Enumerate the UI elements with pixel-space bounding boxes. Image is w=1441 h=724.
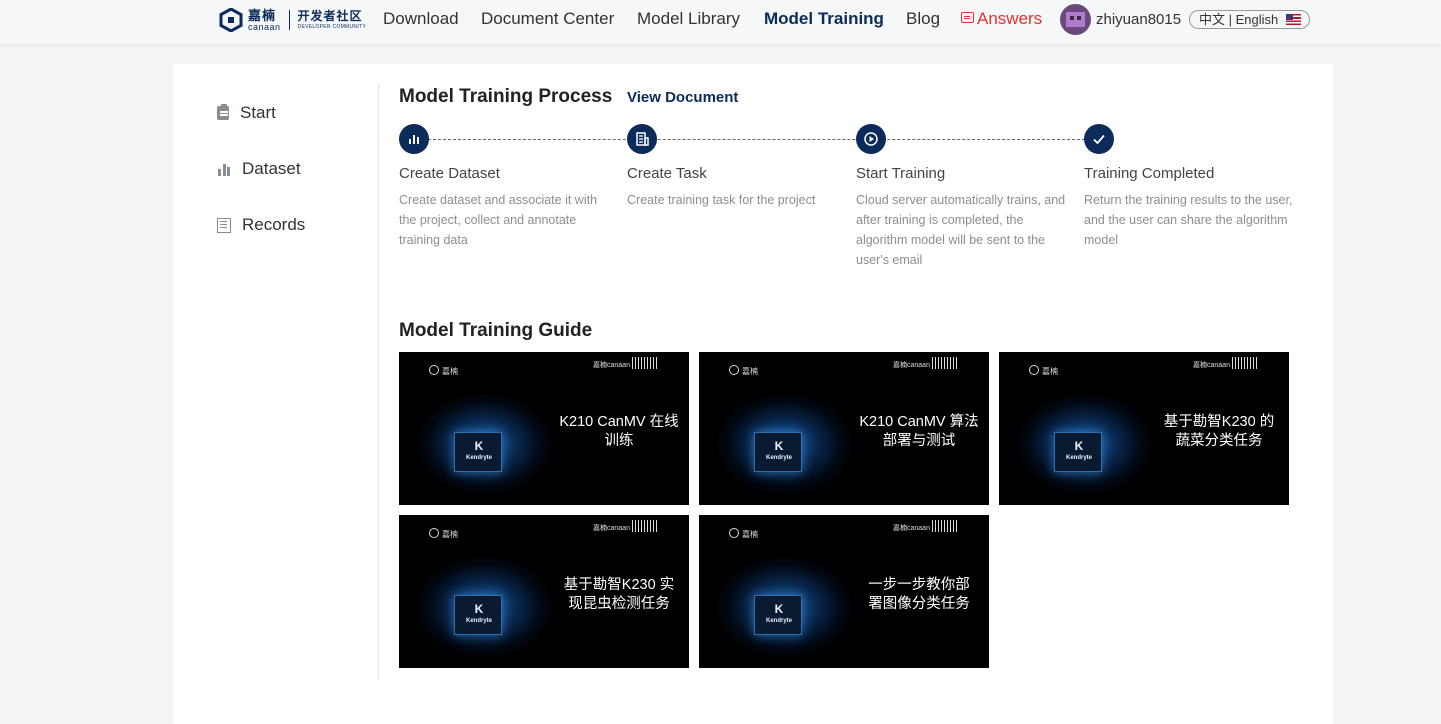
process-title: Model Training Process	[399, 86, 613, 107]
kendryte-chip: K Kendryte	[754, 432, 802, 472]
video-thumbnail[interactable]: 嘉楠 嘉楠canaan K Kendryte 基于勘智K230 实现昆虫检测任务	[399, 515, 689, 668]
canaan-brand-logo: 嘉楠canaan	[893, 520, 958, 533]
sidebar-item-label: Records	[242, 215, 306, 234]
sidebar-item-records[interactable]: Records	[217, 214, 305, 236]
sidebar-item-dataset[interactable]: Dataset	[217, 158, 301, 180]
step-title: Create Task	[627, 165, 707, 182]
document-icon	[217, 217, 231, 233]
sidebar-item-label: Start	[240, 103, 276, 122]
video-caption: K210 CanMV 算法部署与测试	[859, 414, 979, 449]
avatar[interactable]	[1060, 4, 1091, 35]
video-caption: 基于勘智K230 实现昆虫检测任务	[563, 577, 675, 612]
bar-chart-icon	[217, 162, 231, 177]
canaan-small-logo: 嘉楠	[429, 528, 458, 540]
message-icon	[961, 12, 974, 23]
nav-blog[interactable]: Blog	[906, 9, 940, 29]
canaan-small-logo: 嘉楠	[1029, 365, 1058, 377]
steps-connector-line	[428, 139, 1085, 140]
logo-divider	[288, 10, 290, 30]
step-title: Create Dataset	[399, 165, 500, 182]
video-thumbnail[interactable]: 嘉楠 嘉楠canaan K Kendryte K210 CanMV 算法部署与测试	[699, 352, 989, 505]
sidebar-item-label: Dataset	[242, 159, 301, 178]
video-caption: K210 CanMV 在线训练	[559, 414, 679, 449]
canaan-small-logo: 嘉楠	[429, 365, 458, 377]
step-start-training-icon	[856, 124, 886, 154]
video-caption: 一步一步教你部 署图像分类任务	[868, 577, 970, 612]
canaan-brand-logo: 嘉楠canaan	[593, 520, 658, 533]
nav-document-center[interactable]: Document Center	[481, 9, 614, 29]
language-label: 中文 | English	[1199, 12, 1279, 27]
step-create-task-icon	[627, 124, 657, 154]
step-description: Create training task for the project	[627, 193, 816, 207]
nav-download[interactable]: Download	[383, 9, 459, 29]
step-title: Start Training	[856, 165, 946, 182]
canaan-brand-logo: 嘉楠canaan	[593, 357, 658, 370]
logo-cn-text: 嘉楠	[248, 7, 277, 23]
nav-model-training[interactable]: Model Training	[764, 9, 884, 29]
step-training-completed-icon	[1084, 124, 1114, 154]
canaan-small-logo: 嘉楠	[729, 528, 758, 540]
kendryte-chip: K Kendryte	[754, 595, 802, 635]
step-description: Return the training results to the user,…	[1084, 193, 1293, 247]
username[interactable]: zhiyuan8015	[1096, 11, 1181, 28]
step-description: Cloud server automatically trains, and a…	[856, 193, 1066, 267]
canaan-logo-icon	[219, 7, 243, 33]
clipboard-icon	[217, 104, 229, 120]
video-thumbnail[interactable]: 嘉楠 嘉楠canaan K Kendryte K210 CanMV 在线训练	[399, 352, 689, 505]
guide-title: Model Training Guide	[399, 320, 593, 341]
view-document-link[interactable]: View Document	[627, 89, 738, 106]
nav-model-library[interactable]: Model Library	[637, 9, 740, 29]
canaan-small-logo: 嘉楠	[729, 365, 758, 377]
sidebar-divider	[378, 84, 379, 679]
nav-answers-label: Answers	[977, 9, 1043, 28]
logo-dev-cn-text: 开发者社区	[297, 9, 363, 23]
kendryte-chip: K Kendryte	[1054, 432, 1102, 472]
video-caption: 基于勘智K230 的蔬菜分类任务	[1163, 414, 1275, 449]
nav-answers[interactable]: Answers	[961, 9, 1042, 29]
step-create-dataset-icon	[399, 124, 429, 154]
us-flag-icon	[1286, 14, 1301, 25]
logo-dev-en-text: DEVELOPER COMMUNITY	[297, 24, 367, 30]
step-title: Training Completed	[1084, 165, 1215, 182]
sidebar-item-start[interactable]: Start	[217, 102, 276, 124]
canaan-brand-logo: 嘉楠canaan	[893, 357, 958, 370]
canaan-brand-logo: 嘉楠canaan	[1193, 357, 1258, 370]
top-navigation-bar: 嘉楠 canaan 开发者社区 DEVELOPER COMMUNITY Down…	[0, 0, 1441, 44]
kendryte-chip: K Kendryte	[454, 595, 502, 635]
canaan-developer-logo[interactable]: 嘉楠 canaan 开发者社区 DEVELOPER COMMUNITY	[219, 7, 366, 33]
step-description: Create dataset and associate it with the…	[399, 193, 598, 247]
logo-en-text: canaan	[248, 21, 281, 32]
language-switcher[interactable]: 中文 | English	[1189, 10, 1310, 29]
video-thumbnail[interactable]: 嘉楠 嘉楠canaan K Kendryte 一步一步教你部 署图像分类任务	[699, 515, 989, 668]
video-thumbnail[interactable]: 嘉楠 嘉楠canaan K Kendryte 基于勘智K230 的蔬菜分类任务	[999, 352, 1289, 505]
kendryte-chip: K Kendryte	[454, 432, 502, 472]
